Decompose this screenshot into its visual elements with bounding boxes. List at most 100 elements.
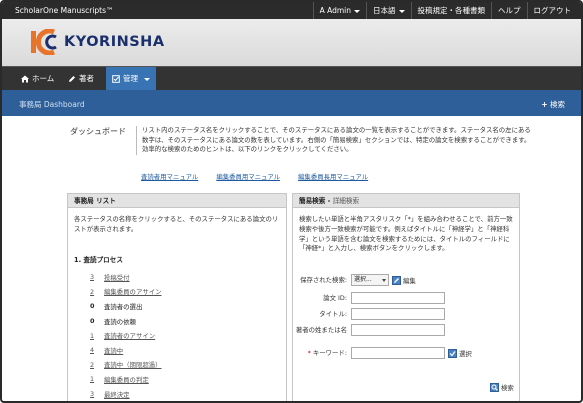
admin-list-description: 各ステータスの名称をクリックすると、そのステータスにある論文のリストが表示されま… xyxy=(74,215,279,233)
tab-home[interactable]: ホーム xyxy=(15,67,60,91)
quick-search-header: 簡易検索 - 詳細検索 xyxy=(293,194,519,208)
saved-search-label: 保存された検索: xyxy=(300,276,347,284)
search-toggle[interactable]: + 検索 xyxy=(541,99,565,110)
manuscript-id-input[interactable] xyxy=(351,292,445,304)
keyword-label: キーワード: xyxy=(312,349,347,357)
list-item: 3 最終決定 xyxy=(90,387,280,401)
chevron-down-icon xyxy=(398,9,405,13)
logo-text: KYORINSHA xyxy=(64,34,165,50)
list-item: 0 査読者の選出 xyxy=(90,299,280,314)
status-link[interactable]: 査読者のアサイン xyxy=(104,331,155,340)
keyword-row: * キーワード: 選択 xyxy=(293,347,521,359)
status-link[interactable]: 最終決定 xyxy=(104,390,130,399)
title-label: タイトル: xyxy=(319,310,347,318)
select-label[interactable]: 選択 xyxy=(459,349,472,358)
dashboard-bar: 事務局 Dashboard + 検索 xyxy=(2,90,581,116)
status-label: 査読者の選出 xyxy=(104,302,143,311)
author-label: 著者の姓または名 xyxy=(295,326,347,334)
language-label: 日本語 xyxy=(373,6,396,15)
manuscript-id-row: 論文 ID: xyxy=(293,292,521,304)
advanced-search-link[interactable]: 詳細検索 xyxy=(333,197,359,205)
editor-manual-link[interactable]: 編集委員用マニュアル xyxy=(216,172,280,181)
search-button-label: 検索 xyxy=(501,384,514,392)
list-item: 2 査読中（期限超過） xyxy=(90,358,280,373)
status-count: 0 xyxy=(90,302,95,311)
tab-author-label: 著者 xyxy=(79,74,94,83)
home-icon xyxy=(21,75,29,83)
edit-icon[interactable] xyxy=(392,275,401,285)
chevron-down-icon xyxy=(382,279,386,282)
list-item: 3 投稿受付 xyxy=(90,270,280,285)
logo-mark-icon xyxy=(31,28,57,56)
plus-icon: + xyxy=(541,100,548,109)
status-count[interactable]: 1 xyxy=(90,375,100,383)
manuscript-id-label: 論文 ID: xyxy=(323,294,347,302)
top-bar: ScholarOne Manuscripts™ A Admin 日本語 投稿規定… xyxy=(2,2,581,19)
review-process-heading: 1. 査読プロセス xyxy=(74,256,123,264)
status-count[interactable]: 4 xyxy=(90,346,100,354)
status-count[interactable]: 2 xyxy=(90,288,100,296)
status-count: 0 xyxy=(90,317,95,326)
kyorinsha-logo[interactable]: KYORINSHA xyxy=(28,28,164,56)
quick-search-title: 簡易検索 xyxy=(299,197,326,205)
page-title: 事務局 Dashboard xyxy=(19,100,85,109)
keyword-input[interactable] xyxy=(351,347,445,359)
top-nav: A Admin 日本語 投稿規定・各種書類 ヘルプ ログアウト xyxy=(312,2,578,19)
quick-search-panel: 簡易検索 - 詳細検索 検索したい単語と半角アスタリスク「*」を組み合わせること… xyxy=(292,193,521,401)
user-menu[interactable]: A Admin xyxy=(312,2,366,19)
reviewer-manual-link[interactable]: 査読者用マニュアル xyxy=(141,172,198,181)
status-link[interactable]: 査読中（期限超過） xyxy=(104,360,162,369)
saved-search-row: 保存された検索: 選択... 編集 xyxy=(293,274,521,286)
help-link[interactable]: ヘルプ xyxy=(491,2,527,19)
chief-editor-manual-link[interactable]: 編集委員長用マニュアル xyxy=(298,172,368,181)
keyword-label-wrap: * キーワード: xyxy=(293,349,351,357)
author-row: 著者の姓または名 xyxy=(293,324,521,336)
title-input[interactable] xyxy=(351,308,445,320)
list-item: 1 編集委員の判定 xyxy=(90,372,280,387)
status-link[interactable]: 査読中 xyxy=(104,346,123,355)
saved-search-value: 選択... xyxy=(354,276,372,283)
status-count[interactable]: 2 xyxy=(90,361,100,369)
list-item: 4 査読中 xyxy=(90,343,280,358)
saved-search-select[interactable]: 選択... xyxy=(351,274,389,286)
chevron-down-icon xyxy=(144,77,150,81)
admin-list-title: 事務局 リスト xyxy=(68,194,286,208)
search-button[interactable]: 検索 xyxy=(487,383,514,392)
checkbox-icon xyxy=(112,75,120,83)
status-link[interactable]: 編集委員のアサイン xyxy=(104,287,162,296)
tab-home-label: ホーム xyxy=(32,74,55,83)
status-count[interactable]: 1 xyxy=(90,332,100,340)
edit-label[interactable]: 編集 xyxy=(403,276,416,285)
list-item: 1 査読者のアサイン xyxy=(90,328,280,343)
author-input[interactable] xyxy=(351,324,445,336)
user-name: A Admin xyxy=(319,6,351,15)
logout-link[interactable]: ログアウト xyxy=(526,2,578,19)
tab-admin-label: 管理 xyxy=(123,74,138,83)
tab-author[interactable]: 著者 xyxy=(62,67,100,91)
admin-list-panel: 事務局 リスト 各ステータスの名称をクリックすると、そのステータスにある論文のリ… xyxy=(67,193,287,401)
status-link[interactable]: 投稿受付 xyxy=(104,273,130,282)
language-menu[interactable]: 日本語 xyxy=(366,2,411,19)
brand-name: ScholarOne Manuscripts™ xyxy=(15,6,114,15)
dashboard-intro: リスト内のステータス名をクリックすることで、そのステータスにある論文の一覧を表示… xyxy=(136,126,536,155)
main-nav: ホーム 著者 管理 xyxy=(2,66,581,91)
search-toggle-label: 検索 xyxy=(550,100,565,109)
logo-band: KYORINSHA xyxy=(2,19,581,66)
quick-search-description: 検索したい単語と半角アスタリスク「*」を組み合わせることで、前方一致検索や後方一… xyxy=(299,215,513,253)
status-link[interactable]: 編集委員の判定 xyxy=(104,375,149,384)
select-icon[interactable] xyxy=(448,348,457,358)
manual-links: 査読者用マニュアル 編集委員用マニュアル 編集委員長用マニュアル xyxy=(141,172,368,181)
status-label: 査読の依頼 xyxy=(104,317,136,326)
list-item: 2 編集委員のアサイン xyxy=(90,285,280,300)
list-item: 0 査読の依頼 xyxy=(90,314,280,329)
title-row: タイトル: xyxy=(293,308,521,320)
search-icon xyxy=(490,383,499,392)
guidelines-link[interactable]: 投稿規定・各種書類 xyxy=(410,2,492,19)
status-count[interactable]: 3 xyxy=(90,273,100,281)
dashboard-label: ダッシュボード xyxy=(70,127,126,136)
status-list: 3 投稿受付 2 編集委員のアサイン 0 査読者の選出 0 査読の依頼 1 査読者のアサイ… xyxy=(90,270,280,401)
status-count[interactable]: 3 xyxy=(90,390,100,398)
tab-admin[interactable]: 管理 xyxy=(106,67,156,91)
chevron-down-icon xyxy=(354,9,360,13)
pencil-icon xyxy=(69,76,75,82)
